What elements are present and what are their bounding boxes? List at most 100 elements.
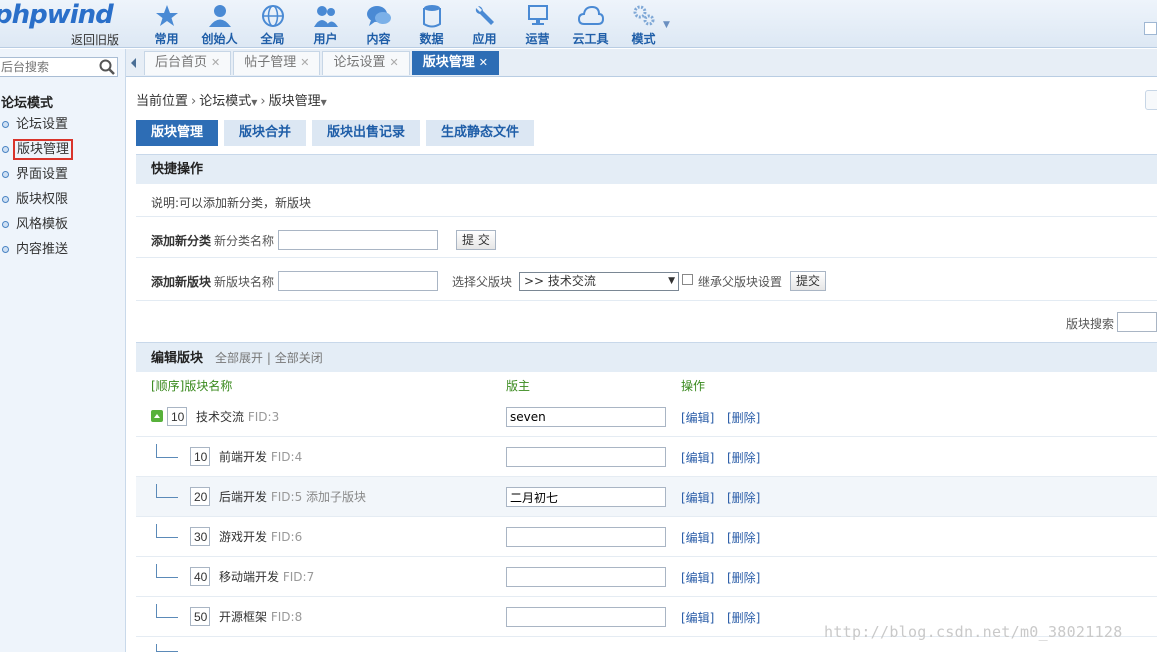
sidebar-item-label: 内容推送 [16, 242, 69, 257]
sidebar-title: 论坛模式 [1, 96, 54, 111]
close-icon[interactable]: ✕ [211, 56, 220, 69]
owner-input[interactable] [506, 527, 666, 547]
order-input[interactable] [190, 447, 210, 466]
sidebar-item-forum-permissions[interactable]: 版块权限 [0, 190, 126, 215]
add-category-row: 添加新分类 新分类名称 提 交 [136, 218, 1157, 258]
sidebar-item-content-push[interactable]: 内容推送 [0, 240, 126, 265]
search-icon[interactable] [99, 59, 115, 75]
refresh-button[interactable] [1145, 90, 1157, 110]
nav-common[interactable]: 常用 [140, 0, 193, 48]
order-input[interactable] [190, 607, 210, 626]
order-input[interactable] [167, 407, 187, 426]
sidebar-item-label: 版块管理 [12, 139, 74, 160]
dropdown-arrow-icon[interactable]: ▼ [321, 98, 327, 107]
main-content: 当前位置 › 论坛模式▼ › 版块管理▼ 版块管理 版块合并 版块出售记录 生成静态文件… [126, 78, 1157, 652]
forum-name: 前端开发 FID:4 [219, 448, 302, 465]
close-icon[interactable]: ✕ [300, 56, 309, 69]
forum-name: 开源框架 FID:8 [219, 608, 302, 625]
edit-forums-header: 编辑版块 全部展开 | 全部关闭 [136, 342, 1157, 372]
expand-all-link[interactable]: 全部展开 [215, 351, 263, 365]
owner-input[interactable] [506, 567, 666, 587]
breadcrumb-separator: › [260, 94, 266, 109]
forum-fid: FID:3 [247, 410, 280, 424]
owner-input[interactable] [506, 607, 666, 627]
delete-link[interactable]: [删除] [727, 569, 760, 586]
sidebar-item-forum-management[interactable]: 版块管理 [0, 139, 126, 165]
nav-founder[interactable]: 创始人 [193, 0, 246, 48]
quick-operations-title: 快捷操作 [151, 162, 204, 177]
forum-sales-records-button[interactable]: 版块出售记录 [312, 120, 421, 146]
owner-input[interactable] [506, 487, 666, 507]
header-corner-button[interactable] [1144, 22, 1157, 35]
nav-data[interactable]: 数据 [405, 0, 458, 48]
quick-note: 说明:可以添加新分类，新版块 [151, 196, 312, 210]
edit-link[interactable]: [编辑] [681, 449, 714, 466]
nav-more-caret-icon[interactable]: ▼ [663, 20, 670, 30]
edit-link[interactable]: [编辑] [681, 489, 714, 506]
inherit-settings-checkbox[interactable] [682, 274, 693, 285]
edit-link[interactable]: [编辑] [681, 409, 714, 426]
database-icon [422, 5, 441, 28]
bullet-icon [2, 171, 9, 178]
quick-operations-header: 快捷操作 [136, 154, 1157, 184]
edit-link[interactable]: [编辑] [681, 569, 714, 586]
tab-forum-settings[interactable]: 论坛设置 ✕ [322, 51, 410, 75]
tab-label: 论坛设置 [333, 55, 386, 70]
order-input[interactable] [190, 567, 210, 586]
watermark: http://blog.csdn.net/m0_38021128 [824, 623, 1123, 641]
nav-label: 数据 [419, 32, 444, 46]
forum-name-input[interactable] [278, 271, 438, 291]
nav-operations[interactable]: 运营 [511, 0, 564, 48]
forum-name-text: 后端开发 [219, 490, 268, 504]
tab-scroll-left-icon[interactable] [131, 58, 136, 68]
nav-apps[interactable]: 应用 [458, 0, 511, 48]
category-name-input[interactable] [278, 230, 438, 250]
breadcrumb-level1[interactable]: 论坛模式 [199, 94, 251, 109]
delete-link[interactable]: [删除] [727, 489, 760, 506]
category-name-label: 新分类名称 [214, 234, 275, 248]
breadcrumb-level2[interactable]: 版块管理 [269, 94, 321, 109]
submit-forum-button[interactable]: 提交 [790, 271, 827, 291]
tab-admin-home[interactable]: 后台首页 ✕ [144, 51, 232, 75]
delete-link[interactable]: [删除] [727, 609, 760, 626]
sidebar-search-input[interactable] [0, 58, 95, 76]
order-input[interactable] [190, 487, 210, 506]
bullet-icon [2, 121, 9, 128]
delete-link[interactable]: [删除] [727, 449, 760, 466]
delete-link[interactable]: [删除] [727, 409, 760, 426]
tab-post-management[interactable]: 帖子管理 ✕ [233, 51, 321, 75]
delete-link[interactable]: [删除] [727, 529, 760, 546]
edit-link[interactable]: [编辑] [681, 609, 714, 626]
close-icon[interactable]: ✕ [389, 56, 398, 69]
sidebar-item-forum-settings[interactable]: 论坛设置 [0, 115, 126, 140]
forum-name: 移动端开发 FID:7 [219, 568, 314, 585]
forum-management-button[interactable]: 版块管理 [136, 120, 219, 146]
owner-input[interactable] [506, 407, 666, 427]
generate-static-files-button[interactable]: 生成静态文件 [426, 120, 535, 146]
parent-forum-select[interactable]: >> 技术交流 ▼ [519, 272, 679, 291]
nav-cloud-tools[interactable]: 云工具 [564, 0, 617, 48]
forum-merge-button[interactable]: 版块合并 [224, 120, 307, 146]
sidebar-item-interface-settings[interactable]: 界面设置 [0, 165, 126, 190]
edit-link[interactable]: [编辑] [681, 529, 714, 546]
collapse-icon[interactable] [151, 410, 163, 422]
back-to-old-version-link[interactable]: 返回旧版 [71, 31, 119, 48]
sidebar-item-style-templates[interactable]: 风格模板 [0, 215, 126, 240]
close-icon[interactable]: ✕ [479, 56, 488, 69]
forum-search-input[interactable] [1117, 312, 1157, 332]
owner-input[interactable] [506, 447, 666, 467]
nav-global[interactable]: 全局 [246, 0, 299, 48]
bullet-icon [2, 246, 9, 253]
nav-content[interactable]: 内容 [352, 0, 405, 48]
tab-forum-management[interactable]: 版块管理 ✕ [411, 51, 499, 75]
top-header: phpwind 返回旧版 常用 创始人 全局 用户 内容 数据 应用 运营 云工… [0, 0, 1157, 48]
forum-fid: FID:6 [270, 530, 303, 544]
nav-users[interactable]: 用户 [299, 0, 352, 48]
dropdown-arrow-icon[interactable]: ▼ [251, 98, 257, 107]
order-input[interactable] [190, 527, 210, 546]
logo[interactable]: phpwind 返回旧版 [0, 0, 125, 48]
submit-category-button[interactable]: 提 交 [456, 230, 496, 250]
forum-name-text: 前端开发 [219, 450, 268, 464]
add-subforum-link[interactable]: 添加子版块 [306, 490, 366, 504]
collapse-all-link[interactable]: 全部关闭 [275, 351, 323, 365]
